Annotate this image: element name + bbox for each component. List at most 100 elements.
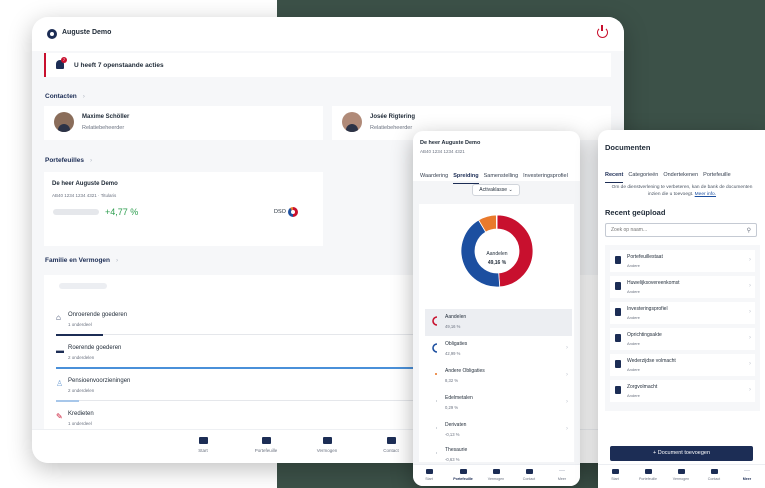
bottom-navigation: Start Portefeuille Vermogen Contact ··· M… <box>413 464 580 486</box>
search-input[interactable] <box>606 224 756 236</box>
list-item[interactable]: Investeringsprofiel Andere › <box>610 302 755 324</box>
contact-card[interactable]: Maxime Schöller Relatiebeheerder <box>44 106 323 140</box>
portfolio-card[interactable]: De heer Auguste Demo AB40 1234 1234 4321… <box>44 172 323 246</box>
wallet-icon <box>261 437 271 444</box>
nav-label: Contact <box>522 477 536 481</box>
portfolios-section-title[interactable]: Portefeuilles › <box>45 157 92 164</box>
portfolio-name: De heer Auguste Demo <box>52 181 118 187</box>
tab-samenstelling[interactable]: Samenstelling <box>484 173 519 183</box>
chevron-right-icon: › <box>116 257 119 264</box>
contacts-section-title[interactable]: Contacten › <box>45 93 85 100</box>
page-title: Documenten <box>605 143 651 152</box>
nav-meer[interactable]: ··· Meer <box>732 468 762 481</box>
tab-categorieen[interactable]: Categorieën <box>628 172 658 182</box>
document-category: Andere <box>627 393 640 398</box>
search-icon[interactable]: ⚲ <box>747 227 751 234</box>
pending-actions-alert[interactable]: 7 U heeft 7 openstaande acties <box>44 53 611 77</box>
wealth-label: Roerende goederen <box>68 345 122 351</box>
nav-contact[interactable]: Contact <box>514 469 544 481</box>
allocation-row[interactable]: Obligaties 42,99 % › <box>425 336 572 363</box>
nav-label: Portefeuille <box>254 448 278 453</box>
list-item[interactable]: Portefeuillestaat Andere › <box>610 250 755 272</box>
asset-class-select[interactable]: Activaklasse ⌄ <box>472 184 520 196</box>
allocation-row[interactable]: Aandelen 49,16 % <box>425 309 572 336</box>
list-item[interactable]: Wederzijdse volmacht Andere › <box>610 354 755 376</box>
chevron-right-icon: › <box>749 257 751 263</box>
tab-investeringsprofiel[interactable]: Investeringsprofiel <box>523 173 568 183</box>
allocation-arc-icon <box>432 343 438 353</box>
nav-label: Start <box>611 477 619 481</box>
document-icon <box>615 360 621 368</box>
nav-portefeuille[interactable]: Portefeuille <box>633 469 663 481</box>
allocation-name: Aandelen <box>445 314 467 320</box>
family-icon <box>492 469 500 474</box>
donut-slice-edelmetalen[interactable] <box>495 214 498 230</box>
tab-recent[interactable]: Recent <box>605 172 624 183</box>
chevron-right-icon: › <box>749 309 751 315</box>
tab-spreiding[interactable]: Spreiding <box>453 173 479 184</box>
list-item[interactable]: Huwelijksovereenkomst Andere › <box>610 276 755 298</box>
progress-track <box>56 334 446 335</box>
progress-fill <box>56 400 80 402</box>
allocation-row[interactable]: Edelmetalen 0,29 % › <box>425 390 572 417</box>
banknote-icon: ▬ <box>56 346 64 355</box>
allocation-row[interactable]: Derivaten -0,13 % › <box>425 417 572 444</box>
tab-ondertekenen[interactable]: Ondertekenen <box>663 172 698 182</box>
allocation-name: Derivaten <box>445 422 467 428</box>
list-item[interactable]: Oprichtingsakte Andere › <box>610 328 755 350</box>
nav-portefeuille[interactable]: Portefeuille <box>448 469 478 481</box>
wealth-row[interactable]: ⌂ Onroerende goederen 1 onderdeel <box>56 309 446 341</box>
nav-meer[interactable]: ··· Meer <box>547 468 577 481</box>
nav-vermogen[interactable]: Vermogen <box>666 469 696 481</box>
wealth-row[interactable]: ▬ Roerende goederen 2 onderdelen <box>56 342 446 374</box>
allocation-pct: 49,16 % <box>445 324 461 329</box>
document-icon <box>615 334 621 342</box>
nav-portefeuille[interactable]: Portefeuille <box>241 437 291 453</box>
home-icon <box>611 469 619 474</box>
nav-start[interactable]: Start <box>414 469 444 481</box>
hidden-balance <box>53 209 99 215</box>
hidden-total <box>59 283 107 289</box>
nav-vermogen[interactable]: Vermogen <box>481 469 511 481</box>
select-value: Activaklasse <box>479 187 508 193</box>
list-item[interactable]: Zorgvolmacht Andere › <box>610 380 755 402</box>
recent-uploads-title: Recent geüpload <box>605 208 666 217</box>
allocation-arc-icon <box>436 427 437 429</box>
power-icon[interactable] <box>597 25 608 38</box>
allocation-pct: 8,32 % <box>445 378 459 383</box>
nav-vermogen[interactable]: Vermogen <box>302 437 352 453</box>
allocation-pct: -0,63 % <box>445 457 460 462</box>
allocation-row[interactable]: Andere Obligaties 8,32 % › <box>425 363 572 390</box>
family-section-title[interactable]: Familie en Vermogen › <box>45 257 118 264</box>
info-message: Om de dienstverlening te verbeteren, kan… <box>611 185 753 197</box>
nav-contact[interactable]: Contact <box>699 469 729 481</box>
nav-start[interactable]: Start <box>600 469 630 481</box>
portfolio-performance: +4,77 % <box>105 207 139 217</box>
chevron-right-icon: › <box>749 335 751 341</box>
wealth-label: Pensioenvoorzieningen <box>68 378 131 384</box>
progress-fill <box>56 334 103 336</box>
document-name: Investeringsprofiel <box>627 306 668 312</box>
allocation-name: Andere Obligaties <box>445 368 485 374</box>
chevron-right-icon: › <box>566 426 568 432</box>
add-document-button[interactable]: + Document toevoegen <box>610 446 753 461</box>
donut-center-label: Aandelen <box>486 251 508 257</box>
wealth-row[interactable]: ♙ Pensioenvoorzieningen 2 onderdelen <box>56 375 446 407</box>
nav-start[interactable]: Start <box>178 437 228 453</box>
nav-label: Meer <box>557 477 567 481</box>
allocation-pct: -0,13 % <box>445 432 460 437</box>
family-icon <box>322 437 332 444</box>
document-icon <box>615 386 621 394</box>
arc-path <box>432 316 438 326</box>
progress-fill <box>56 367 446 369</box>
tab-waardering[interactable]: Waardering <box>420 173 448 183</box>
chevron-right-icon: › <box>749 283 751 289</box>
app-header: Auguste Demo <box>32 17 624 51</box>
contact-name: Maxime Schöller <box>82 114 130 120</box>
document-icon <box>615 282 621 290</box>
more-info-link[interactable]: Meer info. <box>695 192 716 197</box>
document-tabs: Recent Categorieën Ondertekenen Portefeuill… <box>605 163 736 183</box>
tab-portefeuille[interactable]: Portefeuille <box>703 172 731 182</box>
nav-contact[interactable]: Contact <box>366 437 416 453</box>
document-category: Andere <box>627 315 640 320</box>
